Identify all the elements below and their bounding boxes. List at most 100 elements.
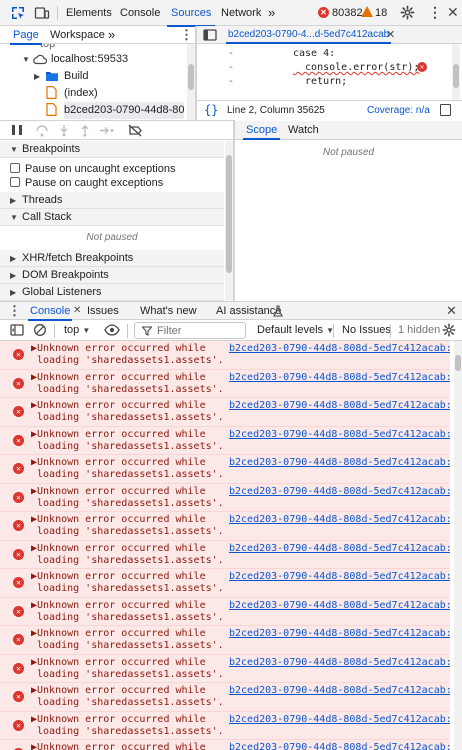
code-editor[interactable]: - case 4: - console.error(str); ✕ - retu…: [197, 44, 462, 100]
sidebar-toggle-icon[interactable]: [10, 323, 24, 337]
navigator-menu-icon[interactable]: ⋮: [180, 26, 193, 44]
drawer-tab-console[interactable]: Console: [28, 302, 73, 321]
source-link[interactable]: b2ced203-0790-44d8-808d-5ed7c412acab:2: [229, 628, 450, 640]
breakpoints-header[interactable]: ▼ Breakpoints: [0, 141, 224, 158]
checkbox[interactable]: [10, 163, 20, 173]
error-message-text[interactable]: ▶Unknown error occurred while loading 's…: [31, 543, 224, 567]
context-selector[interactable]: top ▼: [64, 323, 90, 338]
error-message-text[interactable]: ▶Unknown error occurred while loading 's…: [31, 571, 224, 595]
source-link[interactable]: b2ced203-0790-44d8-808d-5ed7c412acab:2: [229, 400, 450, 412]
navigator-scrollbar[interactable]: [187, 44, 195, 120]
editor-scroll-thumb[interactable]: [453, 64, 459, 88]
console-error-message[interactable]: ✕▶Unknown error occurred while loading '…: [0, 597, 450, 626]
console-error-message[interactable]: ✕▶Unknown error occurred while loading '…: [0, 740, 450, 750]
more-options-icon[interactable]: ⋮: [428, 5, 442, 19]
close-tab-icon[interactable]: ✕: [386, 28, 395, 42]
inline-error-icon[interactable]: ✕: [417, 62, 427, 72]
coverage-status[interactable]: Coverage: n/a: [367, 104, 430, 117]
error-message-text[interactable]: ▶Unknown error occurred while loading 's…: [31, 600, 224, 624]
console-scroll-thumb[interactable]: [455, 355, 461, 371]
step-over-icon[interactable]: [35, 124, 49, 137]
console-error-message[interactable]: ✕▶Unknown error occurred while loading '…: [0, 569, 450, 598]
source-link[interactable]: b2ced203-0790-44d8-808d-5ed7c412acab:2: [229, 343, 450, 355]
source-link[interactable]: b2ced203-0790-44d8-808d-5ed7c412acab:2: [229, 514, 450, 526]
source-link[interactable]: b2ced203-0790-44d8-808d-5ed7c412acab:2: [229, 429, 450, 441]
error-message-text[interactable]: ▶Unknown error occurred while loading 's…: [31, 400, 224, 424]
deactivate-breakpoints-icon[interactable]: [128, 124, 143, 137]
inspect-element-icon[interactable]: [10, 5, 26, 21]
tree-item-script-file[interactable]: b2ced203-0790-44d8-80...: [64, 102, 184, 119]
pause-icon[interactable]: [12, 125, 22, 135]
tab-page[interactable]: Page: [10, 26, 42, 45]
console-error-message[interactable]: ✕▶Unknown error occurred while loading '…: [0, 369, 450, 398]
clear-console-icon[interactable]: [33, 323, 47, 337]
error-message-text[interactable]: ▶Unknown error occurred while loading 's…: [31, 657, 224, 681]
editor-tab-file[interactable]: b2ced203-0790-4...d-5ed7c412acab: [226, 26, 392, 44]
source-link[interactable]: b2ced203-0790-44d8-808d-5ed7c412acab:2: [229, 372, 450, 384]
drawer-tab-whats-new[interactable]: What's new: [140, 302, 197, 321]
source-link[interactable]: b2ced203-0790-44d8-808d-5ed7c412acab:2: [229, 600, 450, 612]
pretty-print-icon[interactable]: {}: [204, 103, 218, 117]
threads-header[interactable]: ▶ Threads: [0, 192, 224, 209]
xhr-breakpoints-header[interactable]: ▶ XHR/fetch Breakpoints: [0, 250, 224, 267]
console-settings-gear-icon[interactable]: [442, 323, 456, 337]
error-message-text[interactable]: ▶Unknown error occurred while loading 's…: [31, 628, 224, 652]
editor-scrollbar[interactable]: [452, 44, 460, 100]
console-error-message[interactable]: ✕▶Unknown error occurred while loading '…: [0, 683, 450, 712]
error-message-text[interactable]: ▶Unknown error occurred while loading 's…: [31, 457, 224, 481]
checkbox[interactable]: [10, 177, 20, 187]
console-error-message[interactable]: ✕▶Unknown error occurred while loading '…: [0, 426, 450, 455]
tree-item-host[interactable]: localhost:59533: [51, 51, 128, 68]
toggle-navigator-icon[interactable]: [203, 28, 217, 42]
gear-icon[interactable]: [400, 5, 415, 20]
console-scrollbar[interactable]: [454, 341, 462, 750]
source-link[interactable]: b2ced203-0790-44d8-808d-5ed7c412acab:2: [229, 457, 450, 469]
error-count[interactable]: 80382: [332, 7, 363, 19]
panel-toggle-icon[interactable]: [440, 104, 451, 116]
source-link[interactable]: b2ced203-0790-44d8-808d-5ed7c412acab:2: [229, 657, 450, 669]
debugger-scroll-thumb[interactable]: [226, 155, 232, 273]
drawer-tab-ai-assistance[interactable]: AI assistance: [216, 302, 281, 321]
error-message-text[interactable]: ▶Unknown error occurred while loading 's…: [31, 685, 224, 709]
more-navigator-tabs-icon[interactable]: »: [108, 26, 115, 44]
close-drawer-tab-icon[interactable]: ✕: [73, 304, 81, 317]
pause-caught-option[interactable]: Pause on caught exceptions: [10, 176, 163, 190]
source-link[interactable]: b2ced203-0790-44d8-808d-5ed7c412acab:2: [229, 571, 450, 583]
console-error-message[interactable]: ✕▶Unknown error occurred while loading '…: [0, 626, 450, 655]
expand-arrow-icon[interactable]: ▼: [22, 51, 30, 68]
close-drawer-icon[interactable]: ✕: [446, 303, 457, 319]
source-link[interactable]: b2ced203-0790-44d8-808d-5ed7c412acab:2: [229, 543, 450, 555]
collapse-arrow-icon[interactable]: ▶: [34, 68, 40, 85]
tab-elements[interactable]: Elements: [66, 0, 112, 26]
dom-breakpoints-header[interactable]: ▶ DOM Breakpoints: [0, 267, 224, 284]
source-link[interactable]: b2ced203-0790-44d8-808d-5ed7c412acab:2: [229, 486, 450, 498]
error-message-text[interactable]: ▶Unknown error occurred while loading 's…: [31, 514, 224, 538]
tab-watch[interactable]: Watch: [285, 121, 322, 140]
device-toolbar-icon[interactable]: [34, 5, 50, 21]
step-out-icon[interactable]: [79, 124, 91, 137]
tab-console[interactable]: Console: [120, 0, 160, 26]
source-link[interactable]: b2ced203-0790-44d8-808d-5ed7c412acab:2: [229, 714, 450, 726]
call-stack-header[interactable]: ▼ Call Stack: [0, 209, 224, 226]
drawer-menu-icon[interactable]: ⋮: [8, 303, 21, 319]
console-error-message[interactable]: ✕▶Unknown error occurred while loading '…: [0, 512, 450, 541]
error-message-text[interactable]: ▶Unknown error occurred while loading 's…: [31, 742, 224, 750]
console-error-message[interactable]: ✕▶Unknown error occurred while loading '…: [0, 341, 450, 370]
filter-input[interactable]: Filter: [134, 322, 246, 339]
close-icon[interactable]: ✕: [447, 4, 459, 20]
error-message-text[interactable]: ▶Unknown error occurred while loading 's…: [31, 714, 224, 738]
tree-item-build[interactable]: Build: [64, 68, 88, 85]
tab-workspace[interactable]: Workspace: [50, 26, 105, 44]
error-message-text[interactable]: ▶Unknown error occurred while loading 's…: [31, 486, 224, 510]
tab-network[interactable]: Network: [221, 0, 261, 26]
issues-counter[interactable]: No Issues: [342, 323, 391, 338]
global-listeners-header[interactable]: ▶ Global Listeners: [0, 284, 224, 301]
console-error-message[interactable]: ✕▶Unknown error occurred while loading '…: [0, 483, 450, 512]
log-levels-dropdown[interactable]: Default levels ▼: [257, 323, 334, 338]
console-error-message[interactable]: ✕▶Unknown error occurred while loading '…: [0, 540, 450, 569]
tab-scope[interactable]: Scope: [243, 121, 281, 140]
source-link[interactable]: b2ced203-0790-44d8-808d-5ed7c412acab:2: [229, 742, 450, 750]
console-error-message[interactable]: ✕▶Unknown error occurred while loading '…: [0, 455, 450, 484]
step-into-icon[interactable]: [58, 124, 70, 137]
more-tabs-chevron-icon[interactable]: »: [268, 0, 275, 26]
